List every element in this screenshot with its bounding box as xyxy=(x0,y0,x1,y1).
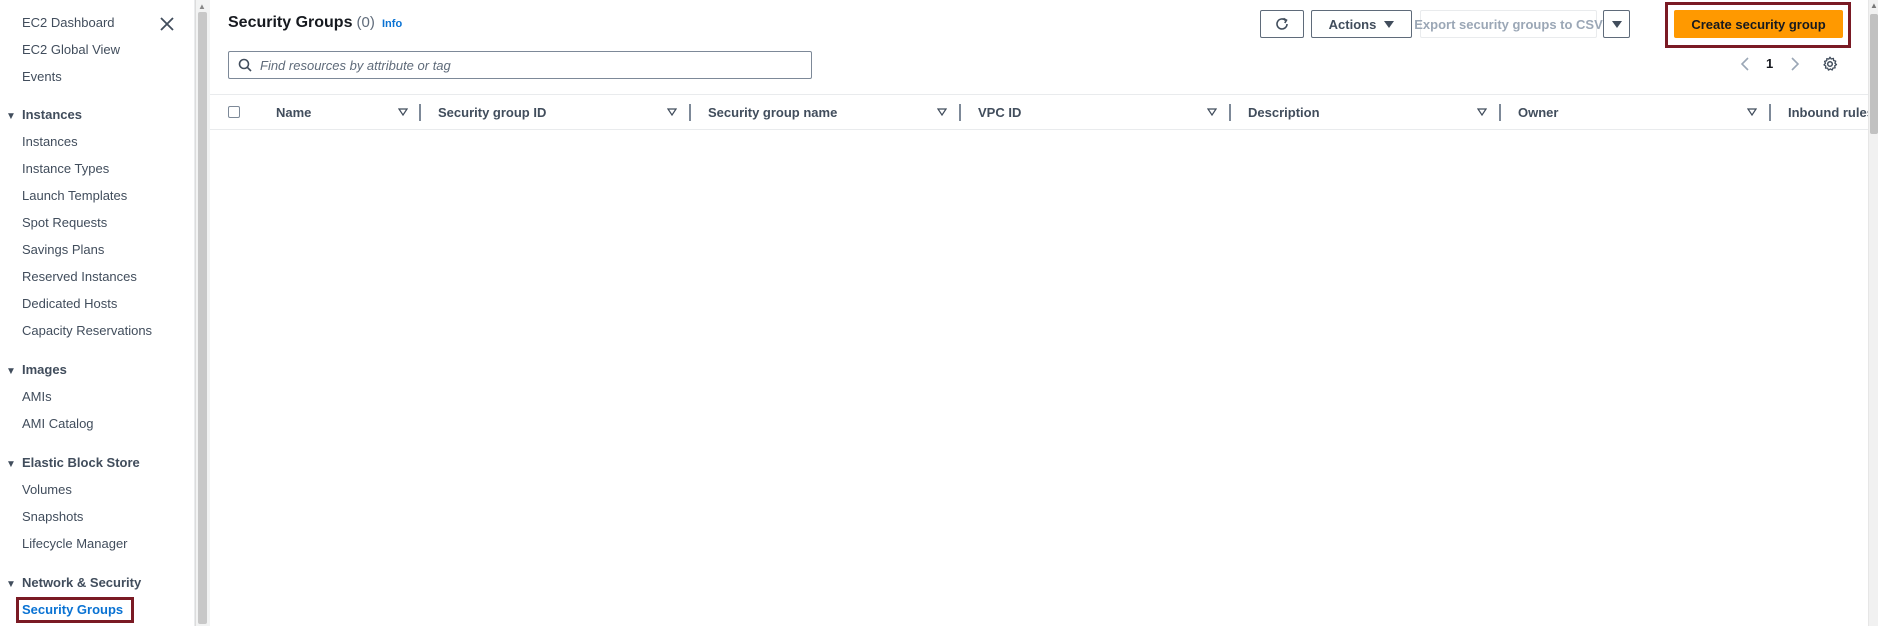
export-csv-button[interactable]: Export security groups to CSV xyxy=(1414,10,1603,38)
info-link[interactable]: Info xyxy=(382,18,402,30)
chevron-left-icon[interactable] xyxy=(1738,56,1752,72)
column-resizer[interactable] xyxy=(959,104,961,121)
sidebar-section-label: Network & Security xyxy=(22,575,142,590)
sort-icon[interactable] xyxy=(1747,107,1757,117)
sort-icon[interactable] xyxy=(1477,107,1487,117)
sidebar-section-label: Images xyxy=(22,362,67,377)
caret-down-icon: ▼ xyxy=(6,111,16,122)
sort-icon[interactable] xyxy=(667,107,677,117)
app-window: EC2 Dashboard EC2 Global View Events ▼ In… xyxy=(0,0,1878,626)
sidebar-section-label: Instances xyxy=(22,107,82,122)
column-label: Name xyxy=(276,104,312,120)
sidebar-nav: EC2 Dashboard EC2 Global View Events ▼ In… xyxy=(0,0,195,626)
refresh-button[interactable] xyxy=(1260,10,1304,38)
column-label: VPC ID xyxy=(978,104,1022,120)
sidebar-scrollbar[interactable]: ▲ xyxy=(195,0,211,626)
column-label: Owner xyxy=(1518,104,1559,120)
sidebar-item-instance-types[interactable]: Instance Types xyxy=(22,161,109,177)
caret-down-icon: ▼ xyxy=(6,459,16,470)
refresh-icon xyxy=(1276,17,1288,30)
sort-icon[interactable] xyxy=(1207,107,1217,117)
sidebar-section-network-security[interactable]: ▼ Network & Security xyxy=(6,575,141,593)
sidebar-item-events[interactable]: Events xyxy=(22,69,62,85)
scrollbar-thumb[interactable] xyxy=(198,12,207,624)
sidebar-section-elastic-block-store[interactable]: ▼ Elastic Block Store xyxy=(6,455,140,473)
sidebar-item-volumes[interactable]: Volumes xyxy=(22,482,72,498)
column-resizer[interactable] xyxy=(689,104,691,121)
column-label: Security group ID xyxy=(438,104,547,120)
column-label: Description xyxy=(1248,104,1320,120)
caret-down-icon: ▼ xyxy=(6,366,16,377)
caret-down-icon xyxy=(1611,20,1622,28)
create-security-group-button[interactable]: Create security group xyxy=(1674,10,1843,38)
actions-label: Actions xyxy=(1328,16,1377,32)
search-field[interactable] xyxy=(228,51,812,79)
search-icon xyxy=(238,58,252,72)
sort-icon[interactable] xyxy=(937,107,947,117)
create-label: Create security group xyxy=(1691,16,1826,32)
page-title-text: Security Groups xyxy=(228,14,353,31)
column-header-security-group-name[interactable]: Security group name xyxy=(708,95,908,129)
sidebar-item-instances[interactable]: Instances xyxy=(22,134,78,150)
column-resizer[interactable] xyxy=(1769,104,1771,121)
caret-down-icon xyxy=(1384,20,1395,28)
sidebar-section-label: Elastic Block Store xyxy=(22,455,140,470)
export-options-dropdown[interactable] xyxy=(1603,10,1630,38)
export-label: Export security groups to CSV xyxy=(1414,16,1603,32)
column-header-description[interactable]: Description xyxy=(1248,95,1448,129)
column-header-inbound-rules[interactable]: Inbound rules xyxy=(1788,95,1868,129)
scroll-up-icon[interactable]: ▲ xyxy=(1870,1,1878,10)
sidebar-item-savings-plans[interactable]: Savings Plans xyxy=(22,242,104,258)
column-label: Security group name xyxy=(708,104,838,120)
sidebar-section-instances[interactable]: ▼ Instances xyxy=(6,107,82,125)
search-input[interactable] xyxy=(260,57,800,73)
sidebar-item-dedicated-hosts[interactable]: Dedicated Hosts xyxy=(22,296,117,312)
sidebar-item-launch-templates[interactable]: Launch Templates xyxy=(22,188,127,204)
select-all-checkbox[interactable] xyxy=(228,106,240,118)
pagination-current-page[interactable]: 1 xyxy=(1766,56,1773,71)
sidebar-item-lifecycle-manager[interactable]: Lifecycle Manager xyxy=(22,536,128,552)
sidebar-item-reserved-instances[interactable]: Reserved Instances xyxy=(22,269,137,285)
column-header-security-group-id[interactable]: Security group ID xyxy=(438,95,638,129)
actions-dropdown-button[interactable]: Actions xyxy=(1311,10,1412,38)
column-header-owner[interactable]: Owner xyxy=(1518,95,1718,129)
sidebar-section-images[interactable]: ▼ Images xyxy=(6,362,67,380)
table-header: Name Security group ID Security group na… xyxy=(210,94,1868,130)
chevron-right-icon[interactable] xyxy=(1788,56,1802,72)
close-icon[interactable] xyxy=(158,15,176,33)
sidebar-item-ec2-global-view[interactable]: EC2 Global View xyxy=(22,42,120,58)
column-resizer[interactable] xyxy=(1229,104,1231,121)
sidebar-item-ami-catalog[interactable]: AMI Catalog xyxy=(22,416,94,432)
page-scrollbar[interactable]: ▲ xyxy=(1868,0,1878,626)
sidebar-item-security-groups[interactable]: Security Groups xyxy=(22,602,123,618)
column-resizer[interactable] xyxy=(419,104,421,121)
page-title: Security Groups (0) xyxy=(228,14,375,32)
column-header-vpc-id[interactable]: VPC ID xyxy=(978,95,1178,129)
sidebar-item-snapshots[interactable]: Snapshots xyxy=(22,509,83,525)
sidebar-item-ec2-dashboard[interactable]: EC2 Dashboard xyxy=(22,15,115,31)
scrollbar-thumb[interactable] xyxy=(1870,14,1878,134)
sidebar-item-spot-requests[interactable]: Spot Requests xyxy=(22,215,107,231)
resource-count: (0) xyxy=(356,14,375,31)
sidebar-item-amis[interactable]: AMIs xyxy=(22,389,52,405)
column-resizer[interactable] xyxy=(1499,104,1501,121)
sidebar-item-capacity-reservations[interactable]: Capacity Reservations xyxy=(22,323,152,339)
caret-down-icon: ▼ xyxy=(6,579,16,590)
column-label: Inbound rules xyxy=(1788,104,1868,120)
main-content: Security Groups (0) Info Actions Export s… xyxy=(210,0,1868,626)
gear-icon[interactable] xyxy=(1822,56,1838,72)
sort-icon[interactable] xyxy=(398,107,408,117)
scroll-up-icon[interactable]: ▲ xyxy=(198,2,206,11)
